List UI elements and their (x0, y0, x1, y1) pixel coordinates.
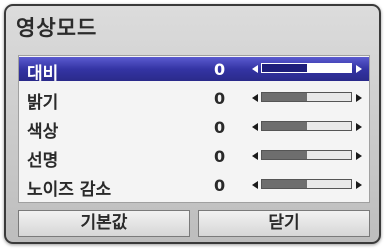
setting-slider[interactable] (252, 91, 362, 105)
close-button[interactable]: 닫기 (198, 210, 370, 237)
setting-value: 0 (214, 147, 226, 166)
slider-fill (262, 180, 307, 188)
arrow-left-icon[interactable] (252, 181, 258, 189)
setting-value: 0 (214, 176, 226, 195)
slider-fill (262, 64, 307, 72)
settings-list: 대비 0 밝기 0 색상 0 선명 0 노이즈 감소 0 (18, 55, 370, 203)
setting-row-color[interactable]: 색상 0 (19, 115, 369, 142)
setting-slider[interactable] (252, 62, 362, 76)
setting-label: 노이즈 감소 (27, 180, 112, 200)
slider-track[interactable] (261, 150, 352, 160)
slider-fill (262, 93, 307, 101)
arrow-right-icon[interactable] (356, 123, 362, 131)
setting-row-brightness[interactable]: 밝기 0 (19, 86, 369, 113)
arrow-left-icon[interactable] (252, 65, 258, 73)
setting-row-contrast[interactable]: 대비 0 (19, 57, 369, 84)
slider-track[interactable] (261, 121, 352, 131)
setting-slider[interactable] (252, 178, 362, 192)
picture-mode-dialog: 영상모드 대비 0 밝기 0 색상 0 선명 0 노이즈 감소 0 기본값 닫기 (4, 4, 381, 244)
setting-row-noise-reduction[interactable]: 노이즈 감소 0 (19, 173, 369, 200)
setting-label: 밝기 (27, 93, 59, 113)
setting-label: 색상 (27, 122, 59, 142)
slider-fill (262, 122, 307, 130)
setting-value: 0 (214, 89, 226, 108)
arrow-right-icon[interactable] (356, 94, 362, 102)
arrow-left-icon[interactable] (252, 152, 258, 160)
arrow-right-icon[interactable] (356, 65, 362, 73)
slider-track[interactable] (261, 92, 352, 102)
setting-value: 0 (214, 118, 226, 137)
setting-slider[interactable] (252, 149, 362, 163)
slider-fill (262, 151, 307, 159)
setting-slider[interactable] (252, 120, 362, 134)
arrow-left-icon[interactable] (252, 94, 258, 102)
arrow-right-icon[interactable] (356, 152, 362, 160)
setting-label: 선명 (27, 151, 59, 171)
arrow-right-icon[interactable] (356, 181, 362, 189)
setting-label: 대비 (27, 64, 59, 84)
setting-row-sharpness[interactable]: 선명 0 (19, 144, 369, 171)
slider-track[interactable] (261, 179, 352, 189)
dialog-title: 영상모드 (16, 16, 98, 40)
arrow-left-icon[interactable] (252, 123, 258, 131)
slider-track[interactable] (261, 63, 352, 73)
default-button[interactable]: 기본값 (18, 210, 190, 237)
setting-value: 0 (214, 60, 226, 79)
